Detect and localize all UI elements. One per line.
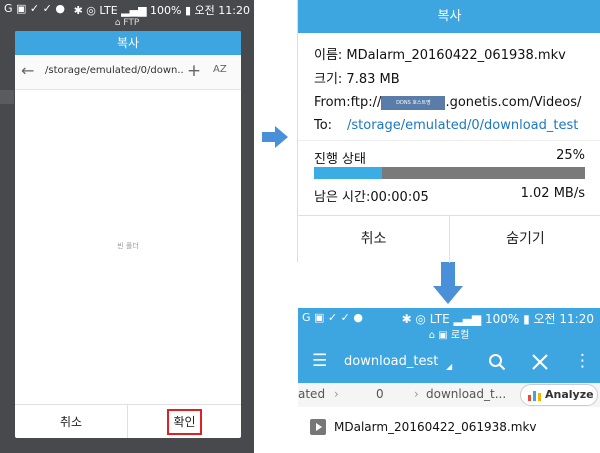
close-icon[interactable] (532, 354, 548, 370)
new-folder-icon[interactable]: + (185, 59, 203, 83)
progress-percent: 25% (556, 148, 585, 163)
dialog-button-bar: 취소 확인 (15, 404, 241, 438)
breadcrumb-item[interactable]: ated (298, 387, 325, 401)
dropdown-icon[interactable]: ◢ (446, 362, 452, 371)
app-toolbar: ☰ download_test ◢ ⋮ (298, 343, 600, 383)
file-name-line: 이름: MDalarm_20160422_061938.mkv (314, 48, 566, 63)
divider (298, 140, 600, 141)
source-prefix: From:ftp:// (314, 95, 382, 110)
app-status-icons-left: G ▣ ✓ ✓ ● (302, 311, 363, 324)
copy-progress-dialog: 복사 이름: MDalarm_20160422_061938.mkv 크기: 7… (297, 0, 600, 263)
progress-dialog-title: 복사 (298, 0, 600, 33)
left-screenshot: G ▣ ✓ ✓ ● ✱ ◎ LTE ▂▄▆ 100% ▮ 오전 11:20 ⌂ … (0, 0, 254, 453)
list-item[interactable]: MDalarm_20160422_061938.mkv (298, 413, 600, 445)
empty-folder-text: 빈 폴더 (117, 242, 139, 250)
video-file-icon (310, 419, 326, 435)
file-name: MDalarm_20160422_061938.mkv (334, 420, 537, 434)
file-manager-screen: G ▣ ✓ ✓ ● ✱ ◎ LTE ▂▄▆ 100% ▮ 오전 11:20 ⌂ … (298, 308, 600, 453)
copy-destination-dialog: 복사 ← /storage/emulated/0/down... + AZ 빈 … (15, 31, 241, 438)
arrow-right-icon (262, 126, 288, 148)
progress-state-label: 진행 상태 (314, 152, 366, 167)
analyze-label: Analyze (545, 388, 594, 401)
cancel-copy-button[interactable]: 취소 (298, 216, 450, 263)
arrow-down-icon (433, 262, 463, 304)
breadcrumb-item[interactable]: download_t... (426, 387, 506, 401)
analyze-chart-icon (528, 391, 541, 401)
dimmed-background (0, 90, 14, 104)
ftp-strip: ⌂ FTP (114, 18, 140, 28)
breadcrumb: ated › 0 › download_t... Analyze (298, 383, 600, 407)
breadcrumb-item[interactable]: 0 (376, 387, 384, 401)
progress-bar-fill (314, 167, 382, 179)
folder-title[interactable]: download_test (344, 354, 438, 369)
more-options-icon[interactable]: ⋮ (574, 351, 591, 371)
status-icons-right: ✱ ◎ LTE ▂▄▆ 100% ▮ 오전 11:20 (73, 4, 250, 17)
back-arrow-icon[interactable]: ← (21, 60, 41, 82)
location-strip: ⌂ ▣ 로컬 (298, 328, 600, 343)
search-icon[interactable] (488, 353, 506, 371)
source-line: From:ftp://DDNS 호스트명 .gonetis.com/Videos/ (314, 95, 581, 110)
current-path: /storage/emulated/0/down... (45, 65, 183, 76)
file-size-line: 크기: 7.83 MB (314, 72, 400, 87)
breadcrumb-separator: › (414, 387, 419, 401)
source-suffix: .gonetis.com/Videos/ (445, 95, 582, 110)
analyze-button[interactable]: Analyze (520, 384, 598, 406)
status-bar: G ▣ ✓ ✓ ● ✱ ◎ LTE ▂▄▆ 100% ▮ 오전 11:20 (0, 0, 254, 18)
destination-label: To: (314, 118, 333, 133)
app-status-icons-right: ✱ ◎ LTE ▂▄▆ 100% ▮ 오전 11:20 (401, 312, 594, 326)
sort-icon[interactable]: AZ (213, 64, 235, 75)
menu-icon[interactable]: ☰ (312, 351, 327, 371)
destination-path: /storage/emulated/0/download_test (347, 118, 579, 133)
progress-bar (314, 167, 585, 179)
confirm-button-label: 확인 (167, 409, 202, 435)
dialog-title: 복사 (15, 31, 241, 55)
masked-hostname: DDNS 호스트명 (381, 95, 446, 110)
app-status-bar: G ▣ ✓ ✓ ● ✱ ◎ LTE ▂▄▆ 100% ▮ 오전 11:20 (298, 308, 600, 328)
status-icons-left: G ▣ ✓ ✓ ● (4, 2, 65, 15)
confirm-button[interactable]: 확인 (128, 405, 241, 438)
path-bar: ← /storage/emulated/0/down... + AZ (15, 55, 241, 90)
cancel-button[interactable]: 취소 (15, 405, 128, 438)
breadcrumb-separator: › (334, 387, 339, 401)
progress-button-bar: 취소 숨기기 (298, 215, 600, 263)
hide-button[interactable]: 숨기기 (450, 216, 600, 263)
transfer-speed: 1.02 MB/s (520, 186, 585, 201)
remaining-time: 남은 시간:00:00:05 (314, 190, 429, 205)
